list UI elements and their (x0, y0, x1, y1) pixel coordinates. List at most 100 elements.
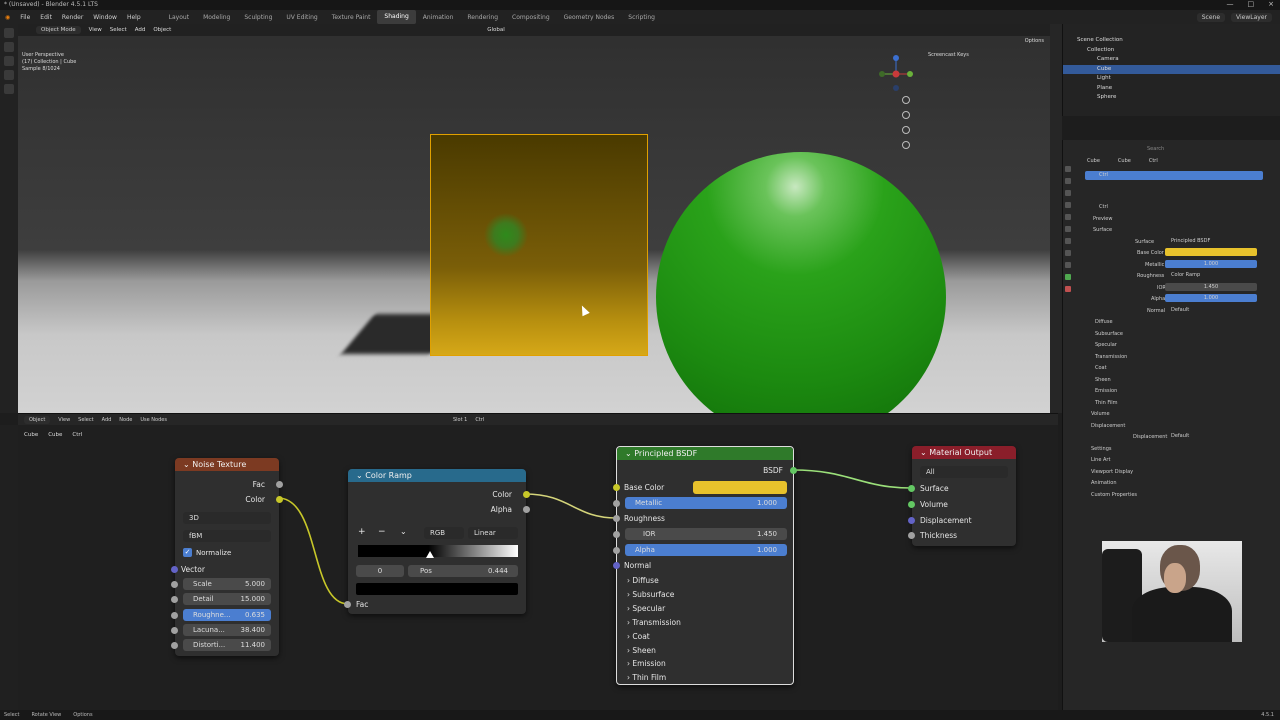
noise-field-socket[interactable] (171, 611, 178, 619)
menu-help[interactable]: Help (122, 14, 146, 21)
material-selector[interactable]: Ctrl (475, 417, 484, 423)
zoom-icon[interactable] (902, 96, 910, 104)
object-tab-icon[interactable] (1065, 226, 1071, 232)
bsdf-alpha-field[interactable]: Alpha 1.000 (613, 544, 787, 556)
noise-texture-node[interactable]: ⌄ Noise Texture Fac Color 3D fBM ✓ Normal… (171, 458, 283, 656)
section-volume[interactable]: Volume (1063, 409, 1280, 421)
noise-field-socket[interactable] (171, 596, 178, 604)
menu-file[interactable]: File (15, 14, 35, 21)
tab-shading[interactable]: Shading (377, 10, 416, 24)
noise-field-2[interactable]: Roughne... 0.635 (171, 608, 271, 621)
noise-field-socket[interactable] (171, 642, 178, 650)
prop-panel-viewport-display[interactable]: Viewport Display (1063, 467, 1280, 479)
prop-panel-thin-film[interactable]: Thin Film (1063, 398, 1280, 410)
bsdf-out-socket[interactable] (790, 467, 797, 474)
principled-bsdf-node[interactable]: ⌄ Principled BSDF BSDF Base Color Metall… (613, 446, 797, 685)
prop-panel-subsurface[interactable]: Subsurface (1063, 329, 1280, 341)
noise-field-0[interactable]: Scale 5.000 (171, 578, 271, 590)
outliner-item-camera[interactable]: Camera (1063, 55, 1280, 65)
camera-view-icon[interactable] (902, 126, 910, 134)
cube-object[interactable] (430, 134, 648, 356)
prop-panel-line-art[interactable]: Line Art (1063, 455, 1280, 467)
output-tab-icon[interactable] (1065, 190, 1071, 196)
ior-field[interactable]: 1.450 (1165, 282, 1257, 291)
minimize-button[interactable]: — (1227, 0, 1234, 10)
prop-panel-settings[interactable]: Settings (1063, 444, 1280, 456)
viewport-menu-object[interactable]: Object (153, 27, 171, 33)
3d-viewport[interactable]: Object Mode View Select Add Object Globa… (18, 24, 1050, 413)
properties-search[interactable]: Search (1063, 144, 1280, 156)
menu-window[interactable]: Window (88, 14, 122, 21)
ne-menu-add[interactable]: Add (102, 417, 112, 423)
prop-panel-sheen[interactable]: Sheen (1063, 375, 1280, 387)
noise-fac-socket[interactable] (276, 481, 283, 488)
ramp-stop-color-swatch[interactable] (356, 583, 518, 595)
noise-type-dropdown[interactable]: fBM (183, 530, 271, 542)
move-tool-icon[interactable] (4, 56, 14, 66)
constraint-tab-icon[interactable] (1065, 262, 1071, 268)
orientation-selector[interactable]: Global (487, 27, 505, 33)
use-nodes-toggle[interactable]: Use Nodes (140, 417, 167, 423)
tab-sculpting[interactable]: Sculpting (237, 14, 279, 21)
tool-tab-icon[interactable] (1065, 166, 1071, 172)
navigation-gizmo[interactable] (874, 54, 920, 94)
material-slot[interactable]: Ctrl (1085, 171, 1263, 180)
prop-panel-coat[interactable]: Coat (1063, 363, 1280, 375)
ramp-mode-dropdown[interactable]: RGB (424, 527, 464, 539)
viewport-menu-add[interactable]: Add (135, 27, 146, 33)
bsdf-ior-field[interactable]: IOR 1.450 (613, 528, 787, 540)
tab-uv-editing[interactable]: UV Editing (279, 14, 324, 21)
maximize-button[interactable]: □ (1248, 0, 1255, 10)
outliner-item-plane[interactable]: Plane (1063, 84, 1280, 94)
select-tool-icon[interactable] (4, 28, 14, 38)
section-preview[interactable]: Preview (1063, 214, 1280, 226)
tab-geometry-nodes[interactable]: Geometry Nodes (557, 14, 622, 21)
displacement-field[interactable]: Default (1165, 432, 1257, 440)
output-target-dropdown[interactable]: All (920, 466, 1008, 478)
world-tab-icon[interactable] (1065, 214, 1071, 220)
scene-selector[interactable]: Scene (1196, 12, 1226, 22)
surface-shader-field[interactable]: Principled BSDF (1165, 237, 1257, 245)
prop-panel-custom-properties[interactable]: Custom Properties (1063, 490, 1280, 502)
tab-texture-paint[interactable]: Texture Paint (325, 14, 378, 21)
normalize-checkbox[interactable]: ✓ (183, 548, 192, 557)
pan-hand-icon[interactable] (902, 111, 910, 119)
ramp-color-socket[interactable] (523, 491, 530, 498)
tab-compositing[interactable]: Compositing (505, 14, 557, 21)
render-tab-icon[interactable] (1065, 178, 1071, 184)
outliner-item-light[interactable]: Light (1063, 74, 1280, 84)
outliner-item-sphere[interactable]: Sphere (1063, 93, 1280, 103)
bsdf-normal-socket[interactable] (613, 562, 620, 569)
material-output-node[interactable]: ⌄ Material Output All Surface Volume Dis… (908, 446, 1016, 546)
noise-vector-socket[interactable] (171, 566, 178, 573)
output-thickness-socket[interactable] (908, 532, 915, 539)
section-surface[interactable]: Surface (1063, 225, 1280, 237)
prop-panel-transmission[interactable]: Transmission (1063, 352, 1280, 364)
prop-panel-diffuse[interactable]: Diffuse (1063, 317, 1280, 329)
noise-field-socket[interactable] (171, 626, 178, 634)
noise-field-3[interactable]: Lacuna... 38.400 (171, 623, 271, 636)
bsdf-metallic-field[interactable]: Metallic 1.000 (613, 497, 787, 509)
prop-panel-emission[interactable]: Emission (1063, 386, 1280, 398)
rotate-tool-icon[interactable] (4, 70, 14, 80)
noise-field-1[interactable]: Detail 15.000 (171, 593, 271, 606)
ramp-stop-handle-icon[interactable] (426, 551, 434, 558)
ramp-node-header[interactable]: ⌄ Color Ramp (348, 469, 526, 482)
bsdf-roughness-socket[interactable] (613, 515, 620, 522)
metallic-field[interactable]: 1.000 (1165, 259, 1257, 268)
bsdf-alpha-socket[interactable] (613, 547, 620, 554)
base-color-swatch[interactable] (1165, 248, 1257, 256)
viewport-menu-view[interactable]: View (89, 27, 102, 33)
data-tab-icon[interactable] (1065, 274, 1071, 280)
outliner-item-cube[interactable]: Cube (1063, 64, 1280, 74)
bsdf-panel-thin-film[interactable]: › Thin Film (617, 671, 793, 684)
ramp-pos-field[interactable]: Pos 0.444 (408, 565, 518, 577)
color-ramp-gradient[interactable] (358, 545, 518, 557)
normal-field[interactable]: Default (1165, 306, 1257, 314)
blender-logo-icon[interactable]: ◉ (0, 14, 15, 21)
bsdf-panel-specular[interactable]: › Specular (617, 602, 793, 615)
menu-edit[interactable]: Edit (35, 14, 57, 21)
physics-tab-icon[interactable] (1065, 250, 1071, 256)
color-ramp-node[interactable]: ⌄ Color Ramp Color Alpha + − ⌄ RGB Linea… (344, 469, 530, 614)
viewport-menu-select[interactable]: Select (110, 27, 127, 33)
